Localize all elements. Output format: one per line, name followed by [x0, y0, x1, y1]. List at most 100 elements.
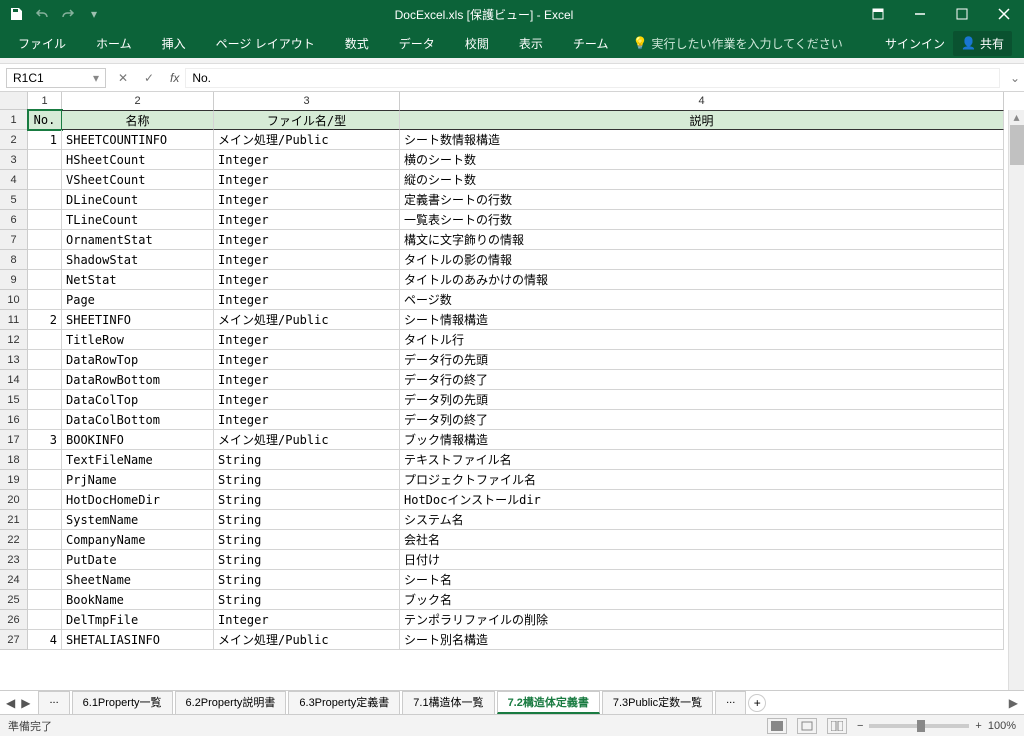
- row-header[interactable]: 14: [0, 370, 27, 390]
- cell-file[interactable]: String: [214, 470, 400, 490]
- cell-no[interactable]: [28, 570, 62, 590]
- sheet-tab[interactable]: 7.2構造体定義書: [497, 691, 600, 714]
- cell-name[interactable]: DataRowBottom: [62, 370, 214, 390]
- cell-name[interactable]: ShadowStat: [62, 250, 214, 270]
- insert-function-icon[interactable]: fx: [164, 71, 185, 85]
- cell-desc[interactable]: タイトルの影の情報: [400, 250, 1004, 270]
- row-header[interactable]: 26: [0, 610, 27, 630]
- cell-desc[interactable]: シート名: [400, 570, 1004, 590]
- cell-file[interactable]: String: [214, 510, 400, 530]
- row-header[interactable]: 11: [0, 310, 27, 330]
- row-header[interactable]: 15: [0, 390, 27, 410]
- cell-name[interactable]: OrnamentStat: [62, 230, 214, 250]
- cell-no[interactable]: [28, 230, 62, 250]
- cell-name[interactable]: DataColTop: [62, 390, 214, 410]
- cell-file[interactable]: メイン処理/Public: [214, 310, 400, 330]
- cell-desc[interactable]: シート情報構造: [400, 310, 1004, 330]
- cell-name[interactable]: NetStat: [62, 270, 214, 290]
- row-header[interactable]: 19: [0, 470, 27, 490]
- cell-file[interactable]: String: [214, 590, 400, 610]
- col-header-2[interactable]: 2: [62, 92, 214, 110]
- cell-name[interactable]: HSheetCount: [62, 150, 214, 170]
- row-header[interactable]: 8: [0, 250, 27, 270]
- cell-file[interactable]: String: [214, 490, 400, 510]
- cell-file[interactable]: Integer: [214, 330, 400, 350]
- header-no[interactable]: No.: [28, 110, 62, 130]
- row-header[interactable]: 20: [0, 490, 27, 510]
- qat-dropdown-icon[interactable]: ▾: [86, 6, 102, 22]
- cell-name[interactable]: DLineCount: [62, 190, 214, 210]
- cell-desc[interactable]: 横のシート数: [400, 150, 1004, 170]
- vertical-scrollbar[interactable]: ▴: [1008, 110, 1024, 690]
- cell-no[interactable]: [28, 290, 62, 310]
- cell-no[interactable]: [28, 390, 62, 410]
- cell-desc[interactable]: テンポラリファイルの削除: [400, 610, 1004, 630]
- tell-me-search[interactable]: 💡 実行したい作業を入力してください: [624, 35, 850, 52]
- share-button[interactable]: 👤 共有: [953, 31, 1012, 56]
- tab-home[interactable]: ホーム: [82, 29, 146, 58]
- row-header[interactable]: 6: [0, 210, 27, 230]
- row-header[interactable]: 5: [0, 190, 27, 210]
- header-name[interactable]: 名称: [62, 110, 214, 130]
- cell-name[interactable]: DataColBottom: [62, 410, 214, 430]
- zoom-out-button[interactable]: −: [857, 720, 863, 732]
- cell-name[interactable]: DelTmpFile: [62, 610, 214, 630]
- cell-file[interactable]: String: [214, 450, 400, 470]
- row-header[interactable]: 27: [0, 630, 27, 650]
- row-header[interactable]: 13: [0, 350, 27, 370]
- cell-file[interactable]: Integer: [214, 610, 400, 630]
- cell-desc[interactable]: テキストファイル名: [400, 450, 1004, 470]
- col-header-3[interactable]: 3: [214, 92, 400, 110]
- row-header[interactable]: 2: [0, 130, 27, 150]
- cell-desc[interactable]: データ列の先頭: [400, 390, 1004, 410]
- tab-scroll-right-icon[interactable]: ▶: [1009, 696, 1018, 710]
- row-header[interactable]: 25: [0, 590, 27, 610]
- row-header[interactable]: 17: [0, 430, 27, 450]
- formula-bar-expand-icon[interactable]: ⌄: [1006, 71, 1024, 85]
- cell-no[interactable]: [28, 270, 62, 290]
- cell-no[interactable]: [28, 470, 62, 490]
- row-header[interactable]: 4: [0, 170, 27, 190]
- cell-no[interactable]: [28, 590, 62, 610]
- cell-desc[interactable]: 会社名: [400, 530, 1004, 550]
- sheet-tab[interactable]: 6.3Property定義書: [288, 691, 400, 714]
- cell-file[interactable]: Integer: [214, 250, 400, 270]
- cell-desc[interactable]: タイトル行: [400, 330, 1004, 350]
- tab-team[interactable]: チーム: [559, 29, 623, 58]
- cell-desc[interactable]: データ行の先頭: [400, 350, 1004, 370]
- zoom-slider[interactable]: [869, 724, 969, 728]
- cell-name[interactable]: BOOKINFO: [62, 430, 214, 450]
- cell-name[interactable]: DataRowTop: [62, 350, 214, 370]
- name-box[interactable]: R1C1 ▾: [6, 68, 106, 88]
- sheet-tab[interactable]: ...: [715, 691, 746, 714]
- cell-no[interactable]: [28, 530, 62, 550]
- row-header[interactable]: 24: [0, 570, 27, 590]
- cell-desc[interactable]: システム名: [400, 510, 1004, 530]
- cell-name[interactable]: SHETALIASINFO: [62, 630, 214, 650]
- tab-layout[interactable]: ページ レイアウト: [202, 29, 329, 58]
- cell-desc[interactable]: HotDocインストールdir: [400, 490, 1004, 510]
- cells-area[interactable]: No.名称ファイル名/型説明1SHEETCOUNTINFOメイン処理/Publi…: [28, 110, 1004, 650]
- formula-input[interactable]: [185, 68, 1000, 88]
- cell-file[interactable]: Integer: [214, 370, 400, 390]
- cell-no[interactable]: 3: [28, 430, 62, 450]
- cell-desc[interactable]: 定義書シートの行数: [400, 190, 1004, 210]
- cell-name[interactable]: SHEETCOUNTINFO: [62, 130, 214, 150]
- cell-file[interactable]: String: [214, 530, 400, 550]
- close-button[interactable]: [984, 0, 1024, 28]
- cell-file[interactable]: Integer: [214, 190, 400, 210]
- tab-data[interactable]: データ: [385, 29, 449, 58]
- cell-desc[interactable]: 日付け: [400, 550, 1004, 570]
- minimize-button[interactable]: [900, 0, 940, 28]
- cell-file[interactable]: String: [214, 570, 400, 590]
- row-header[interactable]: 22: [0, 530, 27, 550]
- cell-name[interactable]: HotDocHomeDir: [62, 490, 214, 510]
- cell-no[interactable]: [28, 210, 62, 230]
- sheet-tab[interactable]: 7.1構造体一覧: [402, 691, 494, 714]
- row-header[interactable]: 1: [0, 110, 27, 130]
- cell-desc[interactable]: タイトルのあみかけの情報: [400, 270, 1004, 290]
- cell-file[interactable]: Integer: [214, 390, 400, 410]
- col-header-1[interactable]: 1: [28, 92, 62, 110]
- cell-name[interactable]: VSheetCount: [62, 170, 214, 190]
- cell-no[interactable]: [28, 330, 62, 350]
